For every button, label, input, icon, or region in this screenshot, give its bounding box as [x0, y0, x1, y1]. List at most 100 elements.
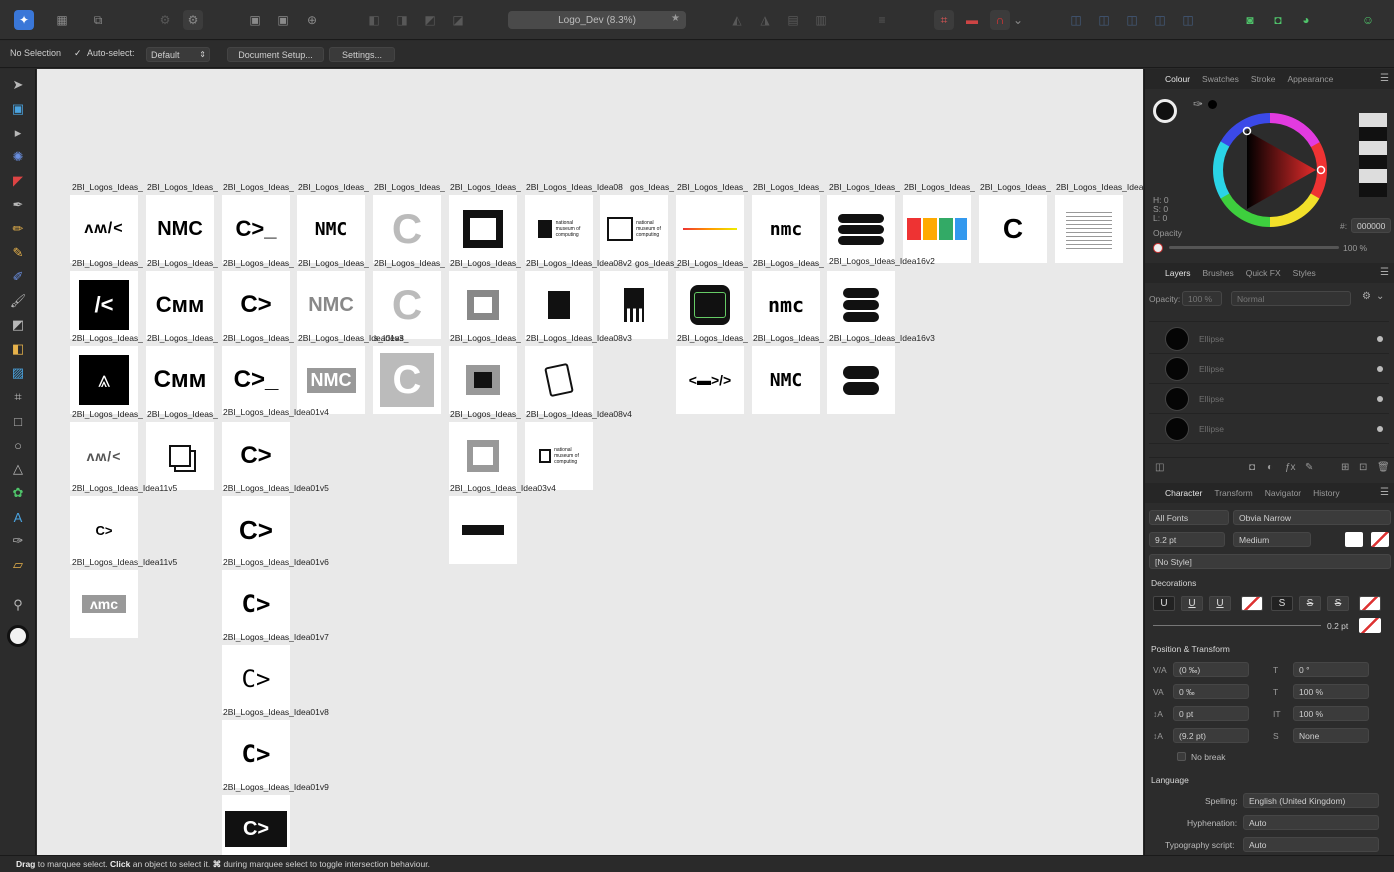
artboard[interactable]	[525, 346, 593, 414]
stroke-width-slider[interactable]	[1153, 625, 1321, 626]
artboard[interactable]: national museum of computing	[525, 195, 593, 263]
rotate-left-icon[interactable]: ▤	[783, 10, 803, 30]
document-setup-button[interactable]: Document Setup...	[227, 47, 324, 62]
artboard[interactable]: national museum of computing	[600, 195, 668, 263]
flip-horizontal-icon[interactable]: ◭	[727, 10, 747, 30]
artboard[interactable]	[449, 496, 517, 564]
artboard[interactable]: Cᴍᴍ	[146, 271, 214, 339]
ellipse-tool-icon[interactable]: ○	[8, 435, 28, 455]
v-scale-input[interactable]: 100 %	[1293, 706, 1369, 721]
skew-input[interactable]: 0 °	[1293, 662, 1369, 677]
tab-history[interactable]: History	[1307, 488, 1345, 498]
artboard[interactable]: C>	[70, 496, 138, 564]
text-stroke-swatch[interactable]	[1371, 532, 1389, 547]
artboard[interactable]: C>	[222, 720, 290, 788]
snap-toggle-icon[interactable]: ▬	[962, 10, 982, 30]
triangle-tool-icon[interactable]: △	[8, 459, 28, 479]
artboard[interactable]: C	[373, 195, 441, 263]
artboard[interactable]: C	[373, 271, 441, 339]
artboard[interactable]: C>_	[222, 346, 290, 414]
artboard[interactable]: <▬>/>	[676, 346, 744, 414]
visibility-dot[interactable]	[1377, 336, 1383, 342]
strikethrough-button[interactable]: S	[1271, 596, 1293, 611]
layer-row[interactable]: Ellipse	[1149, 415, 1389, 444]
spelling-dropdown[interactable]: English (United Kingdom)	[1243, 793, 1379, 808]
auto-select-dropdown[interactable]: Default ⇕	[146, 47, 210, 62]
panel-menu-icon[interactable]: ☰	[1380, 267, 1389, 278]
artboard[interactable]: C>	[222, 496, 290, 564]
affinity-designer-icon[interactable]: ✦	[14, 10, 34, 30]
artboard[interactable]: C>	[222, 795, 290, 855]
boolean-add-icon[interactable]: ◧	[364, 10, 384, 30]
artboard[interactable]: NMC	[752, 346, 820, 414]
assistant-icon[interactable]: ◙	[1240, 10, 1260, 30]
artboard[interactable]: C>	[222, 271, 290, 339]
stroke-colour-swatch[interactable]	[1359, 618, 1381, 633]
visibility-dot[interactable]	[1377, 396, 1383, 402]
text-tool-icon[interactable]: A	[8, 507, 28, 527]
shear-dropdown[interactable]: None	[1293, 728, 1369, 743]
boolean-intersect-icon[interactable]: ◩	[420, 10, 440, 30]
artboard[interactable]: /<	[70, 271, 138, 339]
visibility-dot[interactable]	[1377, 426, 1383, 432]
font-size-input[interactable]: 9.2 pt	[1149, 532, 1225, 547]
layer-row[interactable]: Ellipse	[1149, 385, 1389, 414]
artboard[interactable]	[449, 422, 517, 490]
tab-layers[interactable]: Layers	[1159, 268, 1197, 278]
snapping-icon[interactable]: ⌗	[934, 10, 954, 30]
strike-style-button[interactable]: S	[1327, 596, 1349, 611]
black-swatch[interactable]	[1208, 100, 1217, 109]
double-underline-button[interactable]: U	[1181, 596, 1203, 611]
artboard[interactable]: NMC	[297, 346, 365, 414]
arrange-backward-icon[interactable]: ◫	[1122, 10, 1142, 30]
artboard[interactable]	[449, 195, 517, 263]
tab-colour[interactable]: Colour	[1159, 74, 1196, 84]
checkmark-icon[interactable]: ✓	[74, 48, 82, 59]
tab-stroke[interactable]: Stroke	[1245, 74, 1282, 84]
tab-transform[interactable]: Transform	[1208, 488, 1258, 498]
visibility-dot[interactable]	[1377, 366, 1383, 372]
contour-tool-icon[interactable]: ✺	[8, 147, 28, 167]
tab-appearance[interactable]: Appearance	[1281, 74, 1339, 84]
rectangle-tool-icon[interactable]: □	[8, 411, 28, 431]
artboard[interactable]: ⩓	[70, 346, 138, 414]
gear-icon[interactable]: ⚙	[155, 10, 175, 30]
strike-colour-swatch[interactable]	[1359, 596, 1381, 611]
artboard[interactable]	[525, 271, 593, 339]
vector-brush-tool-icon[interactable]: ✎	[8, 243, 28, 263]
rotate-right-icon[interactable]: ▥	[811, 10, 831, 30]
artboard[interactable]	[676, 195, 744, 263]
layer-stack-icon[interactable]: ◫	[1155, 462, 1164, 473]
artboard[interactable]: NMC	[297, 271, 365, 339]
add-layer-icon[interactable]: ⊞	[1341, 462, 1349, 473]
artboard[interactable]: NMC	[146, 195, 214, 263]
user-account-icon[interactable]: ☺	[1358, 10, 1378, 30]
paint-brush-icon[interactable]: 🖌	[8, 291, 28, 311]
align-icon[interactable]: ≡	[872, 10, 892, 30]
text-fill-swatch[interactable]	[1345, 532, 1363, 547]
artboard[interactable]: ʌmc	[70, 570, 138, 638]
export-persona-icon[interactable]: ⧉	[88, 10, 108, 30]
artboard[interactable]	[1055, 195, 1123, 263]
artboard[interactable]: NMC	[297, 195, 365, 263]
trash-icon[interactable]: 🗑	[1377, 462, 1390, 473]
kerning-input[interactable]: 0 ‰	[1173, 684, 1249, 699]
place-image-tool-icon[interactable]: ▨	[8, 363, 28, 383]
settings-gear-icon[interactable]: ⚙	[183, 10, 203, 30]
ruler-tool-icon[interactable]: ▱	[8, 555, 28, 575]
panel-menu-icon[interactable]: ☰	[1380, 487, 1389, 498]
artboard[interactable]	[600, 271, 668, 339]
position-transform-header[interactable]: Position & Transform	[1151, 644, 1230, 654]
artboard[interactable]: C>	[222, 422, 290, 490]
artboard[interactable]	[827, 195, 895, 263]
pixel-persona-icon[interactable]: ▦	[52, 10, 72, 30]
chevron-down-icon[interactable]: ⌄	[1376, 291, 1384, 302]
adjustment-icon[interactable]: ◐	[1267, 462, 1273, 473]
document-title-tab[interactable]: Logo_Dev (8.3%) ★	[508, 11, 686, 29]
double-strike-button[interactable]: S	[1299, 596, 1321, 611]
node-tool-icon[interactable]: ▸	[8, 123, 28, 143]
fx-icon[interactable]: ƒx	[1285, 462, 1296, 473]
artboard[interactable]	[146, 422, 214, 490]
opacity-value[interactable]: 100 %	[1343, 243, 1367, 253]
artboard[interactable]: C>	[222, 570, 290, 638]
